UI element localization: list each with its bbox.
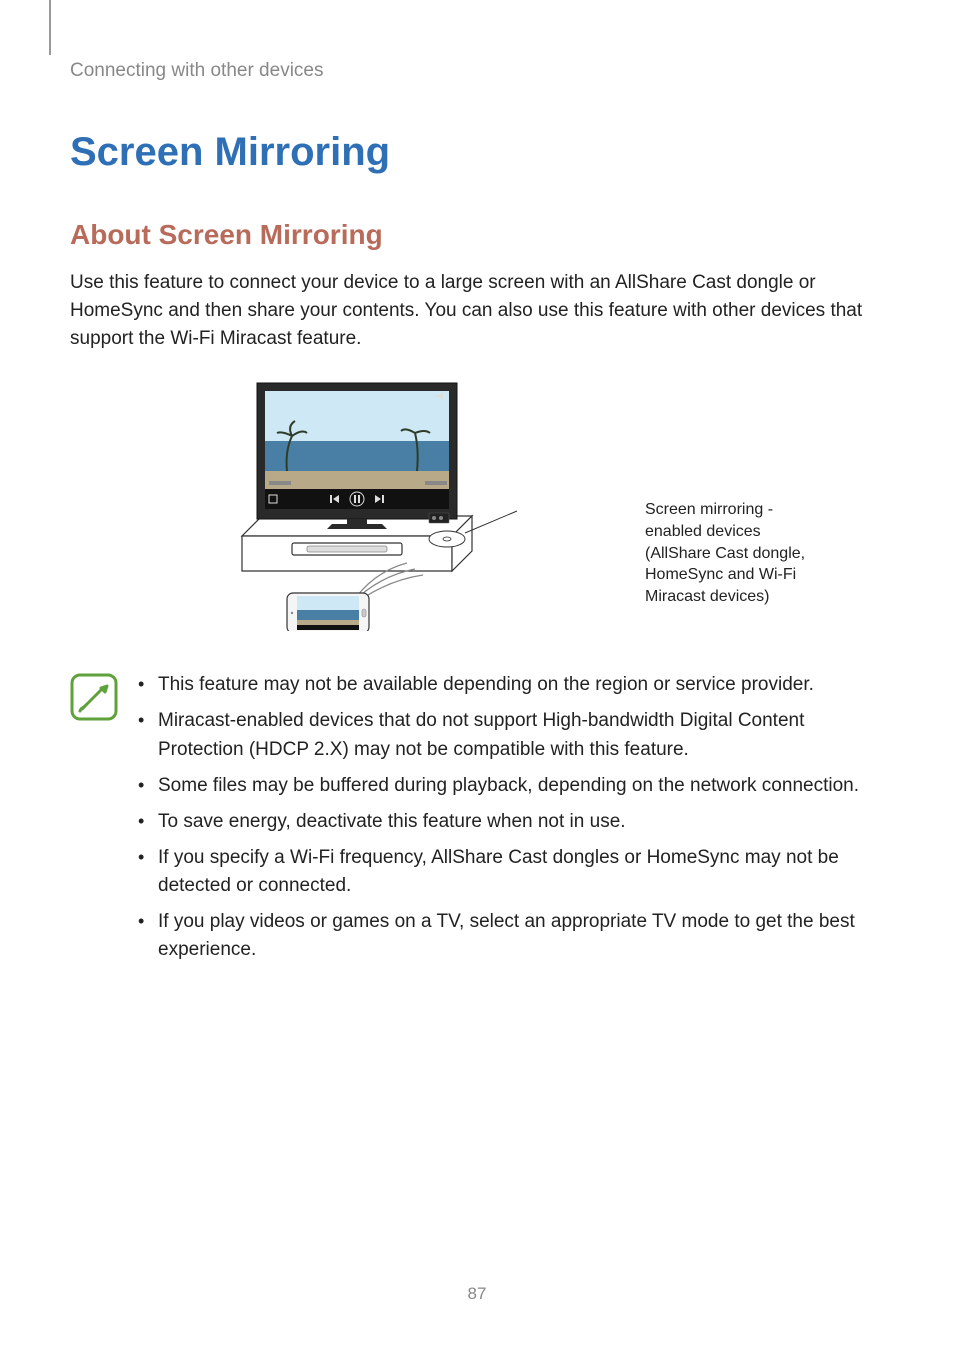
note-item: This feature may not be available depend… [138, 671, 884, 699]
figure-container: Screen mirroring -enabled devices (AllSh… [70, 371, 884, 641]
note-icon [70, 673, 118, 721]
note-item: If you play videos or games on a TV, sel… [138, 908, 884, 964]
note-item: Miracast-enabled devices that do not sup… [138, 707, 884, 763]
header-vertical-rule [49, 0, 51, 55]
page-number: 87 [0, 1284, 954, 1304]
note-list: This feature may not be available depend… [138, 671, 884, 972]
figure-callout: Screen mirroring -enabled devices (AllSh… [645, 499, 825, 607]
note-item: If you specify a Wi-Fi frequency, AllSha… [138, 844, 884, 900]
page-title: Screen Mirroring [70, 130, 884, 175]
note-item: To save energy, deactivate this feature … [138, 808, 884, 836]
note-item: Some files may be buffered during playba… [138, 772, 884, 800]
note-block: This feature may not be available depend… [70, 671, 884, 972]
section-heading: About Screen Mirroring [70, 219, 884, 251]
running-head: Connecting with other devices [70, 30, 884, 130]
intro-paragraph: Use this feature to connect your device … [70, 269, 884, 353]
